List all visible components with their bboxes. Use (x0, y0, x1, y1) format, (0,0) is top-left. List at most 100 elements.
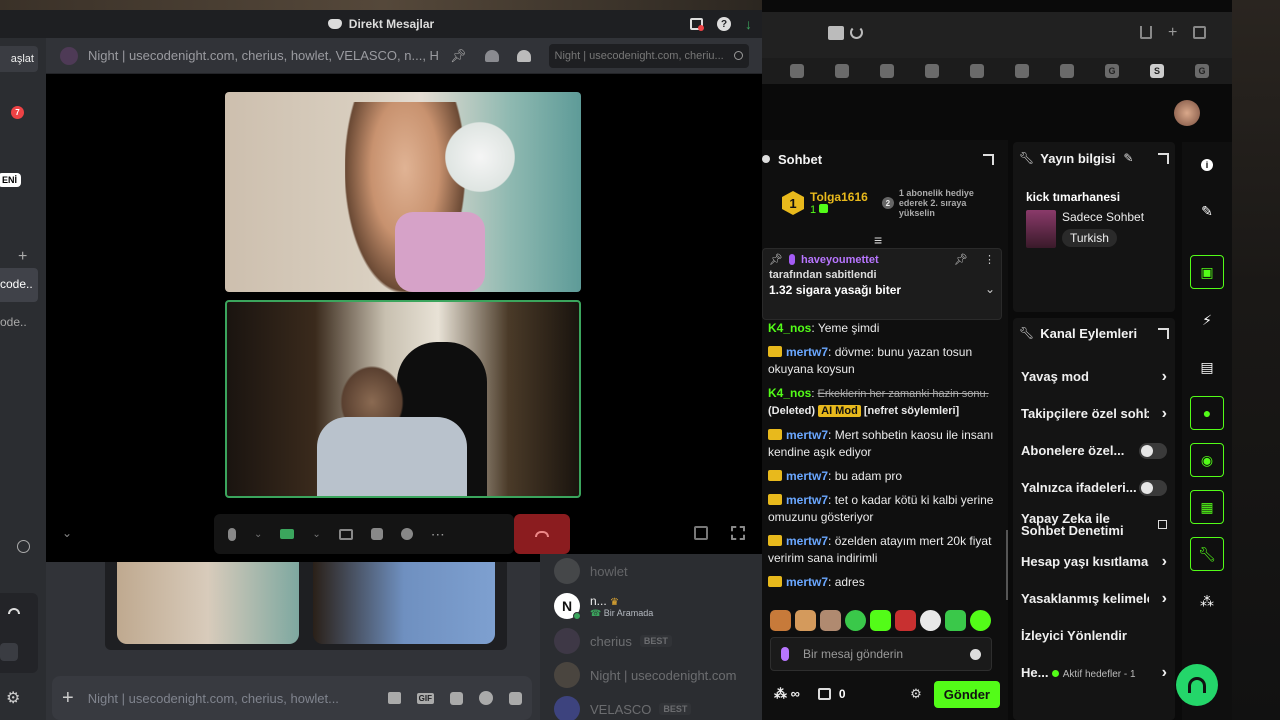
start-conversation-button[interactable]: aşlat (0, 46, 38, 72)
edit-icon[interactable]: ✎ (1123, 151, 1133, 165)
emotes-only-option[interactable]: Yalnızca ifadeleri... (1013, 469, 1175, 506)
end-call-button[interactable] (514, 514, 570, 554)
emote-icon[interactable] (895, 610, 916, 631)
edit-icon[interactable]: ✎ (1190, 194, 1224, 228)
microphone-icon[interactable] (228, 527, 236, 541)
pinned-message[interactable]: 📌︎ haveyoumettet 📌︎ ⋮ tarafından sabitle… (762, 248, 1002, 320)
member-item[interactable]: Night | usecodenight.com (540, 658, 762, 692)
unpin-icon[interactable]: 📌︎ (954, 253, 968, 266)
emotes-only-toggle[interactable] (1139, 479, 1167, 496)
tabs-overview-icon[interactable] (1193, 26, 1207, 39)
emote-icon[interactable] (845, 610, 866, 631)
disconnect-icon[interactable] (8, 608, 20, 614)
thumb-man[interactable] (313, 562, 495, 644)
collapse-leaderboard-icon[interactable]: ≡ (874, 232, 882, 248)
expand-icon[interactable] (1158, 327, 1169, 339)
collapse-chevron-icon[interactable]: ⌄ (62, 526, 72, 540)
add-friend-icon[interactable] (484, 49, 499, 62)
kick-points-icon[interactable]: ⁂ ∞ (774, 686, 800, 702)
quick-actions-icon[interactable]: ⚡︎ (1190, 303, 1224, 337)
emoji-icon[interactable] (479, 691, 493, 705)
more-icon[interactable]: ⋮ (984, 253, 995, 266)
chat-toggle-icon[interactable]: ● (1190, 396, 1224, 430)
chat-scrollbar[interactable] (1006, 530, 1008, 600)
fullscreen-icon[interactable] (731, 526, 745, 540)
bookmark-icon[interactable] (925, 64, 939, 78)
message-input[interactable]: Night | usecodenight.com, cherius, howle… (88, 691, 378, 706)
info-icon[interactable]: i (1190, 148, 1224, 182)
store-icon[interactable] (817, 688, 831, 700)
video-tile-woman[interactable] (225, 92, 581, 292)
youtube-bookmark-icon[interactable] (1015, 64, 1029, 78)
share-icon[interactable] (1140, 26, 1152, 39)
camera-options-chevron-icon[interactable]: ⌄ (312, 529, 320, 540)
video-tile-man[interactable] (225, 300, 581, 498)
member-item[interactable]: N n... ♛ ☎ Bir Aramada (540, 588, 762, 624)
subscribers-only-toggle[interactable] (1139, 442, 1167, 459)
chat-settings-icon[interactable]: ⚙ (910, 686, 922, 702)
popout-icon[interactable] (694, 526, 708, 540)
emote-icon[interactable] (920, 610, 941, 631)
support-chat-button[interactable] (1176, 664, 1218, 706)
more-options-icon[interactable]: ⋯ (431, 526, 445, 543)
emoji-icon[interactable] (970, 648, 981, 660)
download-icon[interactable]: ↓ (745, 16, 752, 32)
language-tag[interactable]: Turkish (1062, 229, 1117, 247)
chat-input[interactable]: Bir mesaj gönderin (770, 637, 992, 671)
sticker-icon[interactable] (450, 691, 463, 705)
block-icon[interactable] (17, 540, 30, 553)
youtube-bookmark-icon[interactable] (1060, 64, 1074, 78)
leader-name[interactable]: Tolga1616 (810, 190, 868, 204)
search-box[interactable]: Night | usecodenight.com, cheriu... (548, 43, 749, 68)
gift-icon[interactable] (387, 692, 401, 704)
add-attachment-icon[interactable]: + (62, 687, 74, 710)
kick-points-icon[interactable]: ⁂ (1190, 584, 1224, 618)
apps-icon[interactable] (509, 691, 522, 705)
pin-icon[interactable]: 📌︎ (450, 48, 467, 64)
expand-icon[interactable] (1158, 152, 1169, 164)
emote-icon[interactable] (770, 610, 791, 631)
add-dm-icon[interactable]: + (18, 248, 27, 266)
subscribers-only-option[interactable]: Abonelere özel... (1013, 432, 1175, 469)
gif-icon[interactable]: GIF (416, 692, 434, 704)
new-tab-icon[interactable]: + (1168, 25, 1177, 41)
help-icon[interactable]: ? (717, 17, 731, 31)
google-bookmark-icon[interactable]: G (1105, 64, 1119, 78)
s-bookmark-icon[interactable]: S (1150, 64, 1164, 78)
members-icon[interactable] (516, 49, 531, 62)
member-item[interactable]: cherius BEST (540, 624, 762, 658)
member-item[interactable]: howlet (540, 554, 762, 588)
thumb-woman[interactable] (117, 562, 299, 644)
send-button[interactable]: Gönder (933, 680, 1000, 708)
goals-option[interactable]: He... Aktif hedefler - 1 › (1013, 654, 1175, 691)
activities-icon[interactable] (370, 528, 383, 540)
dm-item[interactable]: ode.. (0, 306, 38, 340)
ai-moderation-option[interactable]: Yapay Zeka ile Sohbet Denetimi (1013, 506, 1175, 543)
settings-gear-icon[interactable]: ⚙ (6, 688, 20, 708)
camera-icon[interactable] (280, 529, 295, 539)
stream-preview-icon[interactable]: ▣ (1190, 255, 1224, 289)
broadcast-icon[interactable]: ◉ (1190, 443, 1224, 477)
youtube-bookmark-icon[interactable] (970, 64, 984, 78)
followers-only-option[interactable]: Takipçilere özel sohbet › (1013, 395, 1175, 432)
dm-item-active[interactable]: code.. (0, 268, 38, 302)
emote-icon[interactable] (870, 610, 891, 631)
expand-icon[interactable] (983, 153, 994, 165)
bookmark-icon[interactable] (835, 64, 849, 78)
banned-words-option[interactable]: Yasaklanmış kelimeler › (1013, 580, 1175, 617)
google-bookmark-icon[interactable]: G (1195, 64, 1209, 78)
bookmark-icon[interactable] (790, 64, 804, 78)
notes-icon[interactable]: ▤ (1190, 350, 1224, 384)
category-name[interactable]: Sadece Sohbet (1062, 210, 1144, 224)
reload-icon[interactable] (850, 26, 863, 39)
screen-share-icon[interactable] (338, 528, 353, 540)
member-item[interactable]: VELASCO BEST (540, 692, 762, 720)
layout-icon[interactable]: ▦ (1190, 490, 1224, 524)
account-age-option[interactable]: Hesap yaşı kısıtlaması › (1013, 543, 1175, 580)
translate-icon[interactable] (828, 26, 844, 40)
emote-icon[interactable] (945, 610, 966, 631)
tools-wrench-icon[interactable]: 🔧︎ (1190, 537, 1224, 571)
mic-options-chevron-icon[interactable]: ⌄ (254, 529, 262, 540)
inbox-icon[interactable] (690, 18, 704, 31)
message-input-bar[interactable]: + Night | usecodenight.com, cherius, how… (52, 676, 532, 720)
